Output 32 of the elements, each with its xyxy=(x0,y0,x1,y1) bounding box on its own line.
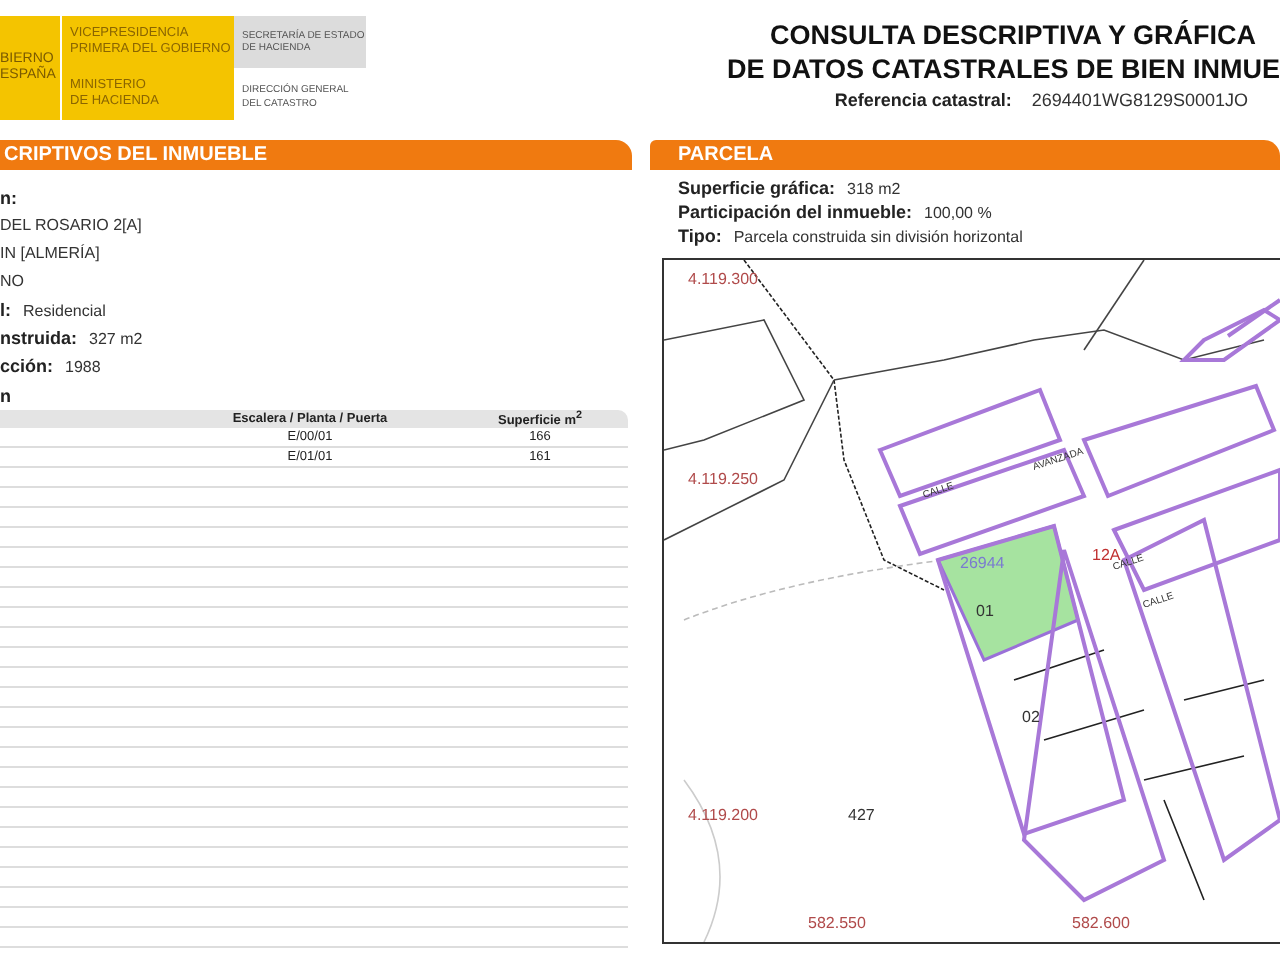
field-label: Tipo: xyxy=(678,226,722,246)
field-value: IN [ALMERÍA] xyxy=(0,244,100,262)
reference-label: Referencia catastral: xyxy=(834,90,1012,110)
field-value: 1988 xyxy=(65,358,101,376)
parcel-number: 02 xyxy=(1022,708,1040,726)
parcel-number: 427 xyxy=(848,806,875,824)
coordinate-label: 4.119.300 xyxy=(688,270,758,288)
section-header: CRIPTIVOS DEL INMUEBLE xyxy=(0,140,632,170)
field-value: NO xyxy=(0,272,24,290)
reference-value: 2694401WG8129S0001JO xyxy=(1031,90,1248,110)
field-label: cción: xyxy=(0,356,54,376)
field-label: nstruida: xyxy=(0,328,78,348)
field-label: Superficie gráfica: xyxy=(678,178,836,198)
field-value: 327 m2 xyxy=(89,330,143,348)
field-value: Parcela construida sin división horizontal xyxy=(733,228,1023,246)
field-label: l: xyxy=(0,300,11,320)
document-title: CONSULTA DESCRIPTIVA Y GRÁFICA xyxy=(769,18,1256,52)
field-value: Residencial xyxy=(23,302,106,320)
subsection-heading: n xyxy=(0,386,13,406)
section-header: PARCELA xyxy=(650,140,1280,170)
coordinate-label: 582.600 xyxy=(1072,914,1130,932)
coordinate-label: 582.550 xyxy=(808,914,866,932)
field-value: 318 m2 xyxy=(847,180,901,198)
coordinate-label: 4.119.250 xyxy=(688,470,758,488)
field-label: n: xyxy=(0,188,17,208)
coordinate-label: 4.119.200 xyxy=(688,806,758,824)
field-label: Participación del inmueble: xyxy=(678,202,913,222)
field-value: 100,00 % xyxy=(924,204,992,222)
field-value: DEL ROSARIO 2[A] xyxy=(0,216,142,234)
parcel-number: 26944 xyxy=(960,554,1005,572)
document-title: DE DATOS CATASTRALES DE BIEN INMUE xyxy=(726,52,1280,86)
parcel-number: 01 xyxy=(976,602,994,620)
